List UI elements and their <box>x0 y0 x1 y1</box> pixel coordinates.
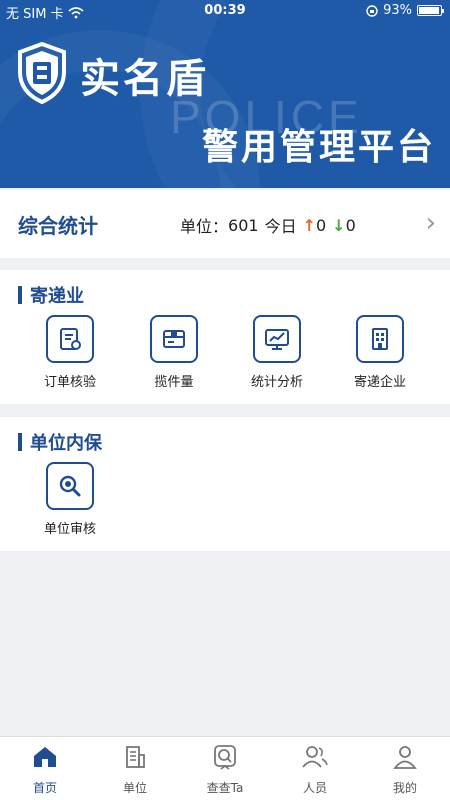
enterprise-icon <box>356 315 404 363</box>
grid-item-order-verify[interactable]: 订单核验 <box>18 315 122 390</box>
item-label: 揽件量 <box>154 375 194 390</box>
tab-label: 人员 <box>302 781 327 795</box>
order-verify-icon <box>46 315 94 363</box>
section-courier: 寄递业 订单核验 揽件量 统计分析 寄递企业 <box>0 270 450 404</box>
battery-icon <box>417 5 444 16</box>
today-label: 今日 <box>264 217 297 236</box>
section-title: 寄递业 <box>30 286 84 307</box>
bottom-tab-bar: 首页 单位 查查Ta 人员 我的 <box>0 736 450 800</box>
arrow-down-icon: ↓ <box>332 215 346 235</box>
tab-check-ta[interactable]: 查查Ta <box>180 737 270 800</box>
orientation-lock-icon <box>366 4 378 17</box>
user-icon <box>393 746 417 769</box>
arrow-up-icon: ↑ <box>302 215 316 235</box>
stats-card[interactable]: 综合统计 单位： 601 今日 ↑ 0 ↓ 0 › <box>0 190 450 258</box>
people-icon <box>302 746 328 768</box>
building-icon <box>126 746 145 768</box>
tab-unit[interactable]: 单位 <box>90 737 180 800</box>
stats-info: 单位： 601 今日 ↑ 0 ↓ 0 <box>180 213 356 237</box>
tab-label: 单位 <box>122 781 147 795</box>
grid-item-analytics[interactable]: 统计分析 <box>225 315 329 390</box>
section-accent-bar <box>18 286 22 304</box>
up-count: 0 <box>315 215 327 235</box>
item-label: 统计分析 <box>250 375 303 390</box>
tab-label: 查查Ta <box>206 781 244 795</box>
section-header: 寄递业 <box>18 282 84 308</box>
grid-item-enterprise[interactable]: 寄递企业 <box>328 315 432 390</box>
search-audit-icon <box>46 462 94 510</box>
section-accent-bar <box>18 433 22 451</box>
platform-title: 警用管理平台 <box>201 127 436 168</box>
down-count: 0 <box>345 215 356 235</box>
section-title: 单位内保 <box>30 433 102 454</box>
tab-label: 首页 <box>32 781 57 795</box>
unit-label: 单位： <box>180 217 229 236</box>
tab-mine[interactable]: 我的 <box>360 737 450 800</box>
analytics-icon <box>253 315 301 363</box>
home-icon <box>34 747 56 767</box>
chevron-right-icon[interactable]: › <box>426 208 436 238</box>
section-unit-security: 单位内保 单位审核 <box>0 417 450 551</box>
battery-percent: 93% <box>383 3 412 18</box>
shield-logo-icon <box>18 42 66 104</box>
parcel-icon <box>150 315 198 363</box>
grid-item-parcel[interactable]: 揽件量 <box>122 315 226 390</box>
section-header: 单位内保 <box>18 429 102 455</box>
item-label: 订单核验 <box>43 375 96 390</box>
tab-label: 我的 <box>392 781 417 795</box>
tab-home[interactable]: 首页 <box>0 737 90 800</box>
app-header: 无 SIM 卡 00:39 93% 实名盾 POLICE 警用管理平台 <box>0 0 450 188</box>
grid-item-unit-audit[interactable]: 单位审核 <box>18 462 122 537</box>
status-right: 93% <box>366 3 444 18</box>
search-person-icon <box>214 745 236 770</box>
item-label: 单位审核 <box>43 522 96 537</box>
item-label: 寄递企业 <box>353 375 406 390</box>
status-bar: 无 SIM 卡 00:39 93% <box>0 0 450 22</box>
stats-title: 综合统计 <box>18 214 98 238</box>
unit-count: 601 <box>228 215 259 235</box>
tab-people[interactable]: 人员 <box>270 737 360 800</box>
